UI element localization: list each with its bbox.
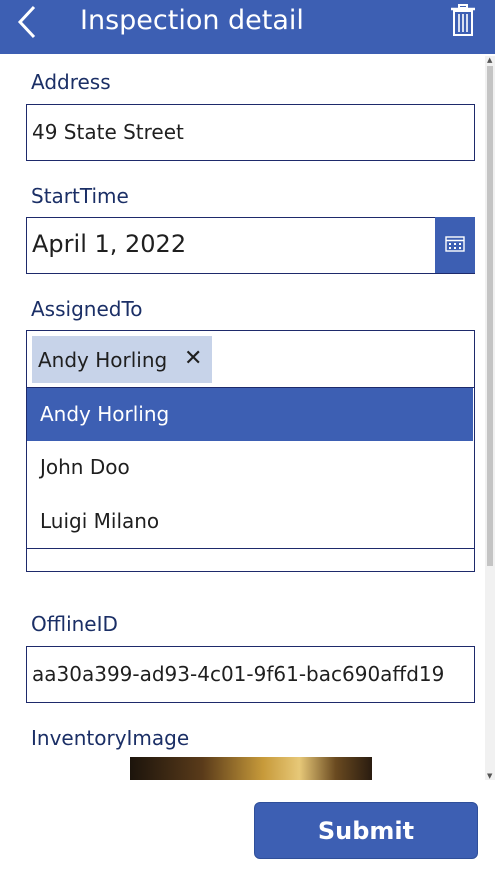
address-field[interactable]: 49 State Street: [26, 104, 475, 161]
scrollbar-thumb[interactable]: [487, 66, 493, 566]
chevron-left-icon[interactable]: [14, 3, 44, 41]
selected-person-chip: Andy Horling ✕: [32, 336, 212, 383]
start-time-date-picker[interactable]: April 1, 2022: [26, 217, 475, 274]
list-item[interactable]: John Doo: [27, 441, 473, 494]
scroll-up-arrow-icon[interactable]: ▲: [487, 56, 492, 64]
start-time-label: StartTime: [31, 184, 129, 208]
address-label: Address: [31, 70, 111, 94]
inventory-image[interactable]: [130, 757, 372, 780]
remove-chip-icon[interactable]: ✕: [184, 346, 204, 372]
inventory-image-photo: [130, 757, 372, 780]
trash-icon[interactable]: [450, 4, 476, 36]
offline-id-value: aa30a399-ad93-4c01-9f61-bac690affd19: [32, 662, 445, 686]
submit-label: Submit: [317, 817, 415, 845]
vertical-scrollbar[interactable]: ▲ ▼: [485, 56, 495, 780]
offline-id-field[interactable]: aa30a399-ad93-4c01-9f61-bac690affd19: [26, 646, 475, 703]
start-time-value: April 1, 2022: [32, 230, 187, 258]
option-label: Andy Horling: [40, 402, 170, 426]
list-item[interactable]: Andy Horling: [27, 388, 473, 441]
assigned-to-dropdown-list: Andy Horling John Doo Luigi Milano: [26, 387, 475, 549]
chip-label: Andy Horling: [38, 348, 168, 372]
page-title: Inspection detail: [80, 5, 304, 36]
inventory-image-label: InventoryImage: [31, 726, 190, 750]
calendar-icon: [445, 236, 465, 252]
assigned-to-label: AssignedTo: [31, 297, 143, 321]
submit-button[interactable]: Submit: [254, 802, 478, 859]
address-value: 49 State Street: [32, 120, 184, 144]
app-header: Inspection detail: [0, 0, 495, 54]
option-label: John Doo: [40, 455, 130, 479]
calendar-button[interactable]: [435, 217, 475, 273]
scroll-down-arrow-icon[interactable]: ▼: [487, 772, 492, 780]
option-label: Luigi Milano: [40, 509, 160, 533]
list-item[interactable]: Luigi Milano: [27, 495, 473, 548]
offline-id-label: OfflineID: [31, 612, 118, 636]
